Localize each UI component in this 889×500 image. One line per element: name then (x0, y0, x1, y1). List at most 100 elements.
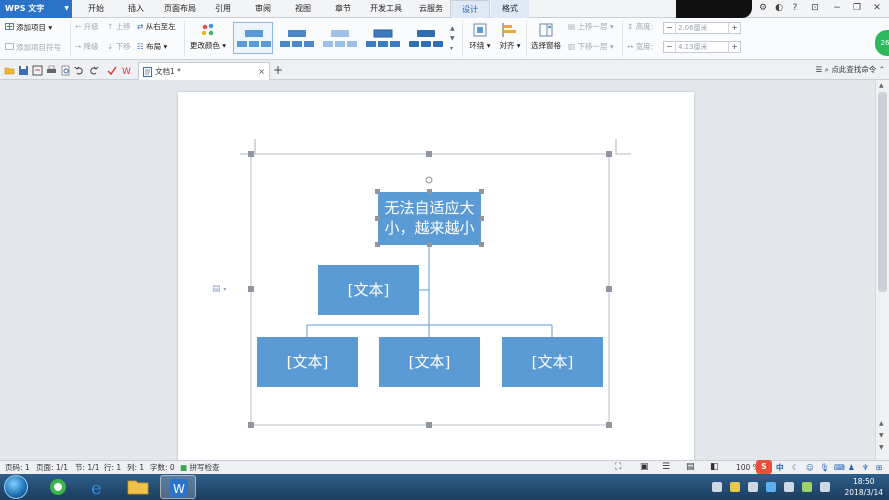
print-preview-icon[interactable] (60, 65, 71, 76)
close-tab-icon[interactable]: × (258, 63, 265, 80)
promote-button[interactable]: ← 升级 (75, 22, 99, 32)
save-as-icon[interactable] (32, 65, 43, 76)
tray-icon[interactable] (730, 482, 740, 492)
restore-ribbon-icon[interactable]: ⊡ (808, 2, 822, 15)
user-icon[interactable]: ♟ (848, 461, 855, 474)
print-icon[interactable] (46, 65, 57, 76)
taskbar-explorer[interactable] (120, 475, 156, 499)
format-painter-icon[interactable] (106, 65, 117, 76)
maximize-icon[interactable]: ❐ (850, 2, 864, 15)
spell-check-button[interactable]: ■ 拼写检查 (180, 461, 219, 474)
tray-icon[interactable] (784, 482, 794, 492)
smile-icon[interactable]: ☺ (806, 461, 814, 474)
height-increase-button[interactable]: + (728, 23, 740, 33)
fullscreen-icon[interactable]: ⛶ (615, 461, 621, 474)
document-tab[interactable]: 文档1 * × (138, 62, 270, 80)
tray-icon[interactable] (802, 482, 812, 492)
save-icon[interactable] (18, 65, 29, 76)
undo-icon[interactable] (74, 65, 85, 76)
smartart-style-4[interactable] (362, 22, 402, 54)
tab-cloud[interactable]: 云服务 (412, 0, 450, 18)
send-backward-button[interactable]: ▥ 下移一层 ▾ (568, 42, 614, 52)
height-value[interactable]: 2.06厘米 (678, 23, 708, 33)
layout-button[interactable]: ☷ 布局 ▾ (137, 42, 167, 52)
moon-icon[interactable]: ☾ (792, 461, 799, 474)
gallery-scroll-down[interactable]: ▼ (450, 34, 455, 44)
tray-icon[interactable] (820, 482, 830, 492)
node-child-2-text[interactable]: [文本] (379, 352, 480, 372)
height-decrease-button[interactable]: − (664, 23, 676, 33)
tab-format[interactable]: 格式 (491, 0, 529, 18)
node-assistant-text[interactable]: [文本] (318, 280, 419, 300)
add-item-button[interactable]: 添加项目 ▾ (5, 22, 52, 33)
taskbar-browser-360[interactable] (40, 475, 76, 499)
chevron-up-icon[interactable]: ⌃ (879, 65, 885, 74)
node-top-text[interactable]: 无法自适应大 小，越来越小 (378, 198, 481, 238)
taskbar-ie[interactable]: e (80, 475, 116, 499)
smartart-style-1[interactable] (233, 22, 273, 54)
command-search[interactable]: ☰ ⌕ 点此查找命令 ⌃ (816, 64, 885, 75)
keyboard-icon[interactable]: ⌨ (834, 461, 845, 474)
grid-icon[interactable]: ⊞ (876, 461, 882, 474)
speed-ball-icon[interactable]: 26 (875, 30, 889, 56)
width-stepper[interactable]: − 4.13厘米 + (663, 41, 741, 53)
tab-references[interactable]: 引用 (206, 0, 240, 18)
bring-forward-button[interactable]: ▤ 上移一层 ▾ (568, 22, 614, 32)
vertical-scrollbar[interactable]: ▲ ▲ ▼ ▼ (875, 80, 889, 460)
move-down-button[interactable]: ↓ 下移 (107, 42, 131, 52)
gallery-scroll-up[interactable]: ▲ (450, 24, 455, 34)
smartart-style-3[interactable] (319, 22, 359, 54)
width-decrease-button[interactable]: − (664, 42, 676, 52)
taskbar-wps-writer[interactable]: W (160, 475, 196, 499)
scroll-thumb[interactable] (878, 92, 887, 292)
tab-page-layout[interactable]: 页面布局 (158, 0, 202, 18)
tab-insert[interactable]: 插入 (118, 0, 154, 18)
system-clock[interactable]: 18:50 2018/3/14 (845, 476, 883, 498)
outline-view-icon[interactable]: ☰ (662, 461, 670, 474)
scroll-up-icon[interactable]: ▲ (879, 82, 884, 89)
scroll-down-icon[interactable]: ▼ (879, 444, 884, 451)
scroll-page-up-icon[interactable]: ▲ (879, 420, 884, 427)
node-child-1-text[interactable]: [文本] (257, 352, 358, 372)
start-button-icon[interactable] (4, 475, 28, 499)
move-up-button[interactable]: ↑ 上移 (107, 22, 131, 32)
scroll-page-down-icon[interactable]: ▼ (879, 432, 884, 439)
tab-review[interactable]: 审阅 (246, 0, 280, 18)
tab-view[interactable]: 视图 (286, 0, 320, 18)
tray-icon[interactable] (712, 482, 722, 492)
toolbar-toggle-icon[interactable]: ☰ (816, 65, 823, 74)
shirt-icon[interactable]: ♆ (862, 461, 869, 474)
tab-developer[interactable]: 开发工具 (364, 0, 408, 18)
ime-mode-cn[interactable]: 中 (776, 461, 784, 474)
smartart-style-2[interactable] (276, 22, 316, 54)
layout-options-icon[interactable]: ▤ ▾ (212, 284, 226, 294)
read-mode-icon[interactable]: ◧ (710, 461, 719, 474)
close-icon[interactable]: ✕ (870, 2, 884, 15)
tray-icon[interactable] (766, 482, 776, 492)
demote-button[interactable]: → 降级 (75, 42, 99, 52)
align-button[interactable]: 对齐 ▾ (496, 22, 524, 51)
help-icon[interactable]: ? (788, 2, 802, 15)
tab-home[interactable]: 开始 (78, 0, 114, 18)
add-bullet-button[interactable]: 添加项目符号 (5, 42, 61, 53)
width-value[interactable]: 4.13厘米 (678, 42, 708, 52)
document-page[interactable]: 无法自适应大 小，越来越小 [文本] [文本] [文本] [文本] ▤ ▾ (178, 92, 694, 460)
skin-icon[interactable]: ◐ (772, 2, 786, 15)
wps-logo-icon[interactable]: W (122, 65, 133, 76)
tab-chapter[interactable]: 章节 (326, 0, 360, 18)
tray-icon[interactable] (748, 482, 758, 492)
redo-icon[interactable] (88, 65, 99, 76)
selection-pane-button[interactable]: 选择窗格 (528, 22, 564, 51)
new-tab-button[interactable]: + (273, 63, 283, 77)
gallery-more[interactable]: ▾ (450, 44, 453, 54)
microphone-icon[interactable]: 🎙 (820, 461, 830, 474)
minimize-icon[interactable]: − (830, 2, 844, 15)
wrap-button[interactable]: 环绕 ▾ (466, 22, 494, 51)
sogou-ime-icon[interactable]: S (756, 460, 772, 474)
right-to-left-button[interactable]: ⇄ 从右至左 (137, 22, 176, 32)
node-child-3-text[interactable]: [文本] (502, 352, 603, 372)
open-folder-icon[interactable] (4, 65, 15, 76)
page-view-icon[interactable]: ▣ (640, 461, 649, 474)
smartart-style-5[interactable] (405, 22, 445, 54)
change-color-button[interactable]: 更改颜色 ▾ (188, 22, 228, 51)
